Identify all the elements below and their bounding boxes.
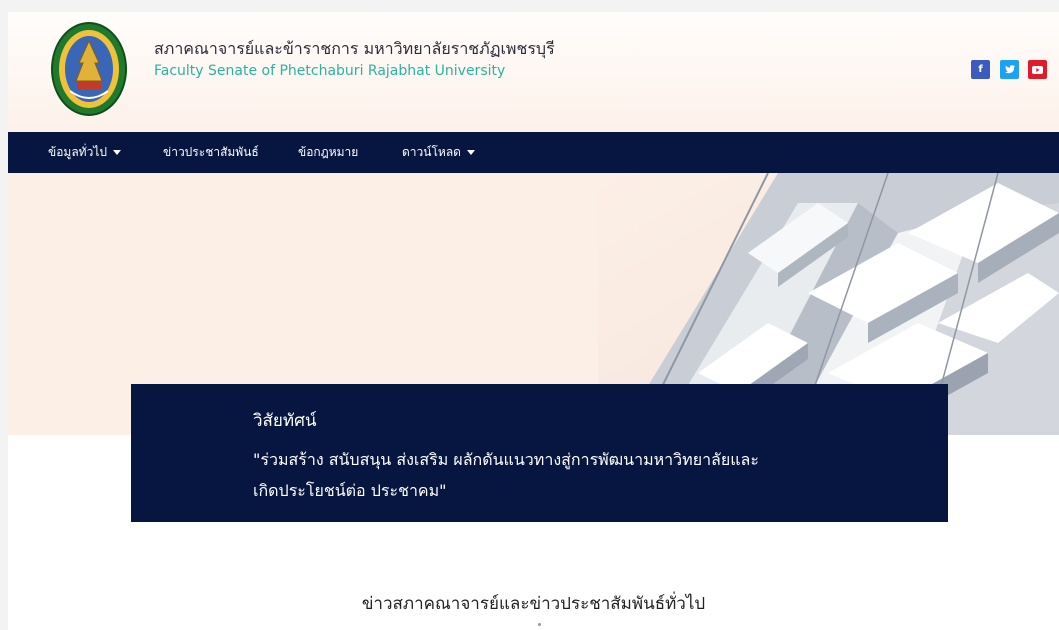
facebook-icon[interactable]: f [971, 60, 990, 79]
site-title-english[interactable]: Faculty Senate of Phetchaburi Rajabhat U… [154, 63, 505, 79]
nav-item-download[interactable]: ดาวน์โหลด [402, 132, 475, 173]
page: สภาคณาจารย์และข้าราชการ มหาวิทยาลัยราชภั… [8, 12, 1059, 630]
vision-box: วิสัยทัศน์ "ร่วมสร้าง สนับสนุน ส่งเสริม … [131, 384, 948, 522]
site-title-thai[interactable]: สภาคณาจารย์และข้าราชการ มหาวิทยาลัยราชภั… [154, 37, 555, 62]
vision-text-line-2: เกิดประโยชน์ต่อ ประชาคม" [253, 481, 447, 500]
youtube-icon[interactable] [1028, 60, 1047, 79]
caret-down-icon [466, 150, 475, 155]
vision-heading: วิสัยทัศน์ [253, 411, 317, 431]
site-header: สภาคณาจารย์และข้าราชการ มหาวิทยาลัยราชภั… [8, 12, 1059, 132]
nav-item-label: ข้อกฎหมาย [298, 145, 359, 159]
university-seal-icon[interactable] [50, 21, 128, 117]
twitter-icon[interactable] [1000, 60, 1019, 79]
nav-item-regulations[interactable]: ข้อกฎหมาย [298, 132, 358, 173]
nav-item-label: ข่าวประชาสัมพันธ์ [163, 145, 259, 159]
divider-dot [538, 623, 541, 626]
vision-text-line-1: "ร่วมสร้าง สนับสนุน ส่งเสริม ผลักดันแนวท… [253, 450, 759, 469]
nav-item-general-info[interactable]: ข้อมูลทั่วไป [48, 132, 121, 173]
nav-item-news[interactable]: ข่าวประชาสัมพันธ์ [163, 132, 259, 173]
nav-item-label: ข้อมูลทั่วไป [48, 145, 107, 159]
news-section-title: ข่าวสภาคณาจารย์และข่าวประชาสัมพันธ์ทั่วไ… [361, 594, 706, 614]
nav-item-label: ดาวน์โหลด [402, 145, 461, 159]
main-navigation: ข้อมูลทั่วไป ข่าวประชาสัมพันธ์ ข้อกฎหมาย… [8, 132, 1059, 173]
caret-down-icon [112, 150, 121, 155]
